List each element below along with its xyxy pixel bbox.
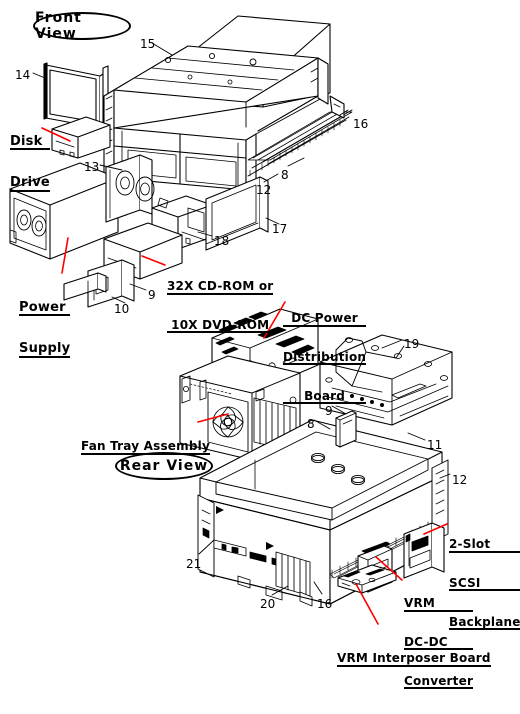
callout-13-text: 13 xyxy=(84,160,100,174)
callout-14: 14 xyxy=(15,68,30,82)
vrm-interposer-line1: VRM Interposer Board xyxy=(337,651,491,667)
fan-tray-label: Fan Tray Assembly xyxy=(81,416,210,479)
callout-9-rear: 9 xyxy=(325,404,333,418)
callout-8-top-text: 8 xyxy=(281,168,289,182)
disk-drive-label: Disk Drive xyxy=(10,108,50,218)
cdrom-dvdrom-label: 32X CD-ROM or 10X DVD-ROM xyxy=(167,256,274,358)
callout-21: 21 xyxy=(186,557,201,571)
fan-tray-label-line1: Fan Tray Assembly xyxy=(81,439,210,455)
disk-drive-label-line1: Disk xyxy=(10,134,50,150)
callout-16-bottom: 16 xyxy=(317,597,332,611)
callout-19-text: 19 xyxy=(404,337,420,351)
callout-12-rear: 12 xyxy=(452,473,467,487)
callout-18: 18 xyxy=(214,234,229,248)
scsi-backplane-part xyxy=(403,522,445,579)
callout-13: 13 xyxy=(84,160,99,174)
callout-20-text: 20 xyxy=(260,597,276,611)
callout-18-text: 18 xyxy=(214,234,230,248)
callout-16-bottom-text: 16 xyxy=(317,597,333,611)
front-view-badge: Front View xyxy=(33,10,131,42)
dc-power-board-line1: DC Power xyxy=(283,312,367,327)
callout-9-front: 9 xyxy=(148,288,156,302)
callout-10: 10 xyxy=(114,302,129,316)
cdrom-label-line1: 32X CD-ROM or xyxy=(167,279,274,295)
diagram-canvas: Front View Rear View Disk Drive Power Su… xyxy=(0,0,520,690)
front-view-badge-label: Front View xyxy=(35,10,82,42)
front-bezel-part-14 xyxy=(43,62,107,129)
vrm-interposer-label: VRM Interposer Board xyxy=(337,628,491,691)
callout-12-rear-text: 12 xyxy=(452,473,468,487)
callout-11: 11 xyxy=(427,438,442,452)
callout-17-text: 17 xyxy=(272,222,288,236)
fan-panel-part-13 xyxy=(105,154,155,223)
cdrom-label-line2: 10X DVD-ROM xyxy=(167,319,274,334)
callout-15: 15 xyxy=(140,37,155,51)
disk-drive-label-line2: Drive xyxy=(10,175,50,192)
scsi-backplane-line1: 2-Slot xyxy=(449,538,520,553)
callout-15-text: 15 xyxy=(140,37,156,51)
callout-8-rear-text: 8 xyxy=(307,417,315,431)
callout-12-top-text: 12 xyxy=(256,183,272,197)
callout-10-text: 10 xyxy=(114,302,130,316)
dc-power-board-line3: Board xyxy=(283,390,367,405)
callout-9-front-text: 9 xyxy=(148,288,156,302)
callout-16-top-text: 16 xyxy=(353,117,369,131)
callout-8-top: 8 xyxy=(281,168,289,182)
callout-19: 19 xyxy=(404,337,419,351)
callout-12-top: 12 xyxy=(256,183,271,197)
callout-14-text: 14 xyxy=(15,68,31,82)
power-supply-label-line2: Supply xyxy=(19,341,71,358)
power-supply-label: Power Supply xyxy=(19,274,71,384)
callout-17: 17 xyxy=(272,222,287,236)
callout-11-text: 11 xyxy=(427,438,443,452)
callout-8-rear: 8 xyxy=(307,417,315,431)
dc-power-board-line2: Distribution xyxy=(283,350,367,366)
vrm-converter-line1: VRM xyxy=(404,597,474,612)
callout-20: 20 xyxy=(260,597,275,611)
callout-21-text: 21 xyxy=(186,557,202,571)
callout-16-top: 16 xyxy=(353,117,368,131)
callout-9-rear-text: 9 xyxy=(325,404,333,418)
power-supply-label-line1: Power xyxy=(19,300,71,316)
